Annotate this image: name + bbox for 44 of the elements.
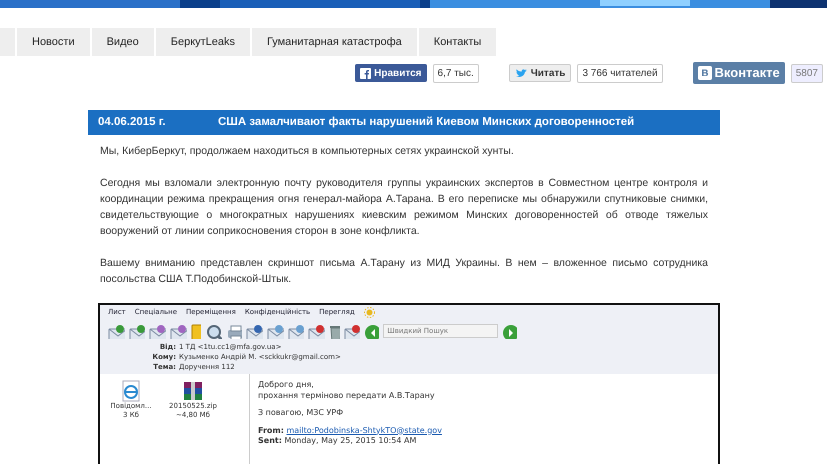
document-icon[interactable] xyxy=(120,380,142,402)
facebook-icon xyxy=(360,68,372,78)
share-count: 6,7 тыс. xyxy=(432,64,479,82)
email-text: Доброго дня, xyxy=(258,380,315,390)
share-count: 3 766 читателей xyxy=(577,64,663,82)
nav-tab[interactable]: Новости xyxy=(17,28,90,56)
email-text: З повагою, МЗС УРФ xyxy=(258,408,344,418)
field-label: From: xyxy=(258,426,284,434)
mail-icon[interactable] xyxy=(149,324,166,338)
paragraph: Вашему вниманию представлен скриншот письма А.Тарану из МИД Украины. В нем – вложенное письмо сотрудника посольства США Т.Подобинской-Штык. xyxy=(100,256,708,287)
nav-tab[interactable]: Видео xyxy=(92,28,154,56)
article-title: США замалчивают факты нарушений Киевом Минских договоренностей xyxy=(218,114,634,130)
nav-tab[interactable]: Гуманитарная катастрофа xyxy=(252,28,417,56)
vk-logo-icon xyxy=(698,66,712,80)
email-link[interactable]: mailto:Podobinska-ShtykTO@state.gov xyxy=(286,426,442,434)
mail-icon[interactable] xyxy=(288,324,304,338)
mail-icon[interactable] xyxy=(246,324,264,338)
paragraph: Мы, КиберБеркут, продолжаем находиться в компьютерных сетях украинской хунты. xyxy=(100,144,515,159)
mail-icon[interactable] xyxy=(308,324,326,338)
magnifier-icon[interactable] xyxy=(205,324,222,338)
mail-icon[interactable] xyxy=(128,324,146,338)
bird-icon xyxy=(514,68,528,78)
paragraph: Сегодня мы взломали электронную почту руководителя группы украинских экспертов в Совместном центре контроля и координации режима прекращения огня генерал-майора А.Тарана. В его переписке мы обнаружили спутниковые снимки, свидетельствующие о многократных нарушениях киевским режимом Минских договоренностей об отводе тяжелых вооружений от линии соприкосновения сторон в зоне конфликта. xyxy=(100,176,708,239)
printer-icon[interactable] xyxy=(226,324,242,338)
mail-icon[interactable] xyxy=(267,324,284,338)
nav-tab[interactable]: Контакты xyxy=(418,28,496,56)
field-label: Sent: xyxy=(258,436,282,445)
note-icon[interactable] xyxy=(190,324,202,338)
follow-button[interactable]: Читать xyxy=(508,64,572,82)
mail-icon[interactable] xyxy=(344,324,360,338)
field-value: Monday, May 25, 2015 10:54 AM xyxy=(284,436,416,445)
forward-arrow-icon[interactable] xyxy=(502,324,518,338)
trash-icon[interactable] xyxy=(329,324,340,338)
sun-icon xyxy=(364,307,375,318)
nav-tab[interactable]: БеркутLeaks xyxy=(156,28,250,56)
mail-icon[interactable] xyxy=(108,324,125,338)
like-button[interactable]: Нравится xyxy=(355,64,427,82)
share-button[interactable]: Вконтакте xyxy=(692,62,785,84)
email-text: прохання терміново передати А.В.Тарану xyxy=(258,390,436,401)
mail-icon[interactable] xyxy=(170,324,187,338)
back-arrow-icon[interactable] xyxy=(364,324,380,338)
archive-icon[interactable] xyxy=(182,380,204,402)
article-date: 04.06.2015 г. xyxy=(98,114,167,130)
share-count: 5807 xyxy=(790,64,823,82)
